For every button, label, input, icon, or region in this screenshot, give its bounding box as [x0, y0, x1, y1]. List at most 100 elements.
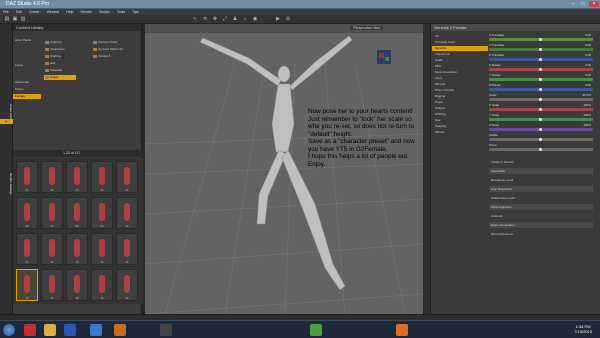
parameter-value[interactable]: 0.00	[585, 43, 591, 48]
slider-knob[interactable]	[539, 128, 542, 131]
parameter-slider[interactable]: X Scale 100%	[489, 103, 593, 111]
folder-characters[interactable]: Characters	[44, 47, 76, 52]
maximize-icon[interactable]: □	[578, 1, 588, 7]
tree-item-actor-packs[interactable]: Actor Packs	[13, 38, 41, 43]
render-icon[interactable]: ▶	[275, 16, 281, 22]
view-cube-icon[interactable]	[377, 50, 391, 64]
parameter-value[interactable]: 100%	[583, 103, 591, 108]
parameter-value[interactable]: 100%	[583, 113, 591, 118]
parameter-extra-item[interactable]: Resolution Level	[489, 177, 593, 183]
pose-thumbnail[interactable]: 04	[91, 161, 113, 193]
explorer-app-icon[interactable]	[44, 324, 56, 336]
pose-thumbnail[interactable]: 06	[16, 197, 38, 229]
parameter-extra-item[interactable]: Catmark	[489, 213, 593, 219]
pose-thumbnail[interactable]: 20	[116, 269, 138, 301]
parameter-value[interactable]: 0.00	[585, 63, 591, 68]
pose-thumbnail[interactable]: 05	[116, 161, 138, 193]
folder-poses[interactable]: Poses	[44, 75, 76, 80]
pose-thumbnail[interactable]: 12	[41, 233, 63, 265]
parameter-value[interactable]: 0.00	[585, 53, 591, 58]
folder-clothing[interactable]: Clothing	[44, 54, 76, 59]
browser-app-icon[interactable]	[90, 324, 102, 336]
parameter-group-item[interactable]: Hair	[432, 118, 488, 123]
parameter-slider[interactable]: Scale 96.0%	[489, 93, 593, 101]
render-settings-icon[interactable]: ⚙	[285, 16, 291, 22]
parameter-group-item[interactable]: General	[432, 46, 488, 51]
select-tool-icon[interactable]: ↖	[192, 16, 198, 22]
firefox-app-icon[interactable]	[396, 324, 408, 336]
parameter-group-item[interactable]: Morphs	[432, 82, 488, 87]
open-icon[interactable]: ▣	[12, 16, 18, 22]
slider-knob[interactable]	[539, 118, 542, 121]
pose-thumbnail[interactable]: 07	[41, 197, 63, 229]
new-icon[interactable]: ▤	[4, 16, 10, 22]
parameter-group-item[interactable]: ZBrush	[432, 130, 488, 135]
slider-knob[interactable]	[539, 48, 542, 51]
folder-hair[interactable]: Hair	[44, 61, 76, 66]
pose-thumbnail[interactable]: 08	[66, 197, 88, 229]
folder-anatomy[interactable]: Anatomy	[44, 40, 76, 45]
parameter-group-item[interactable]: Shapes	[432, 106, 488, 111]
parameter-extra-item[interactable]: Edge Interpolation	[489, 222, 593, 228]
camera-tool-icon[interactable]: ◉	[252, 16, 258, 22]
tree-item-g2female[interactable]: G2Female	[13, 80, 41, 85]
folder-genesis-starter-kit[interactable]: Genesis Starter Kit	[92, 47, 124, 52]
translate-tool-icon[interactable]: ✥	[212, 16, 218, 22]
slider-knob[interactable]	[539, 148, 542, 151]
parameter-slider[interactable]: Z Scale 100%	[489, 123, 593, 131]
tree-item-laura[interactable]: Laura	[13, 63, 41, 68]
slider-knob[interactable]	[539, 78, 542, 81]
pose-thumbnail[interactable]: 11	[16, 233, 38, 265]
pose-thumbnail[interactable]: 14	[91, 233, 113, 265]
parameter-extra-item[interactable]: High Resolution	[489, 186, 593, 192]
tree-item-poses[interactable]: Poses	[13, 87, 41, 92]
save-icon[interactable]: ▥	[20, 16, 26, 22]
parameter-value[interactable]: 0.00	[585, 33, 591, 38]
parameter-value[interactable]: 96.0%	[582, 93, 591, 98]
close-icon[interactable]: ×	[589, 1, 599, 7]
parameter-group-item[interactable]: Currently Used	[432, 40, 488, 45]
parameter-group-item[interactable]: Props	[432, 100, 488, 105]
parameter-group-item[interactable]: Pose Controls	[432, 88, 488, 93]
parameter-slider[interactable]: X Translate 0.00	[489, 33, 593, 41]
parameter-extra-item[interactable]: SubDivision Level	[489, 195, 593, 201]
parameter-group-item[interactable]: Transforms	[432, 52, 488, 57]
slider-knob[interactable]	[539, 38, 542, 41]
parameter-value[interactable]: 0.00	[585, 73, 591, 78]
slider-knob[interactable]	[539, 68, 542, 71]
parameter-group-item[interactable]: Rigging	[432, 94, 488, 99]
pose-thumbnail[interactable]: 02	[41, 161, 63, 193]
pose-thumbnail[interactable]: 10	[116, 197, 138, 229]
chrome-app-icon[interactable]	[310, 324, 322, 336]
pose-thumbnail[interactable]: 01	[16, 161, 38, 193]
parameter-slider[interactable]: Y Rotate 0.00	[489, 73, 593, 81]
parameter-value[interactable]: 100%	[583, 123, 591, 128]
pose-thumbnail[interactable]: 09	[91, 197, 113, 229]
parameter-group-item[interactable]: Mesh Resolution	[432, 70, 488, 75]
slider-knob[interactable]	[539, 58, 542, 61]
word-app-icon[interactable]	[64, 324, 76, 336]
minimize-icon[interactable]: –	[568, 1, 578, 7]
parameter-group-item[interactable]: All	[432, 34, 488, 39]
parameter-extra-item[interactable]: Selectable	[489, 168, 593, 174]
slider-knob[interactable]	[539, 108, 542, 111]
parameter-group-item[interactable]: Clothing	[432, 112, 488, 117]
pose-thumbnail[interactable]: 17	[41, 269, 63, 301]
parameter-slider[interactable]: Z Translate 0.00	[489, 53, 593, 61]
parameter-extra-item[interactable]: Show Sub Items	[489, 231, 593, 237]
folder-materials[interactable]: Materials	[44, 68, 76, 73]
pose-tool-icon[interactable]: ♟	[232, 16, 238, 22]
scale-tool-icon[interactable]: ⤢	[222, 16, 228, 22]
folder-camera-tricks[interactable]: Camera Tricks	[92, 40, 124, 45]
start-button-icon[interactable]	[3, 324, 15, 336]
tab-content-library[interactable]: ▸	[0, 119, 13, 124]
pose-thumbnail[interactable]: 18	[66, 269, 88, 301]
parameter-value[interactable]: 0.00	[585, 83, 591, 88]
rotate-tool-icon[interactable]: ⟲	[202, 16, 208, 22]
pdf-app-icon[interactable]	[24, 324, 36, 336]
parameter-group-item[interactable]: Misc	[432, 64, 488, 69]
tab-smart-content[interactable]: Smart Content	[0, 84, 13, 144]
parameter-group-item[interactable]: Actor	[432, 76, 488, 81]
pose-thumbnail[interactable]: 13	[66, 233, 88, 265]
parameter-slider[interactable]: Y Scale 100%	[489, 113, 593, 121]
